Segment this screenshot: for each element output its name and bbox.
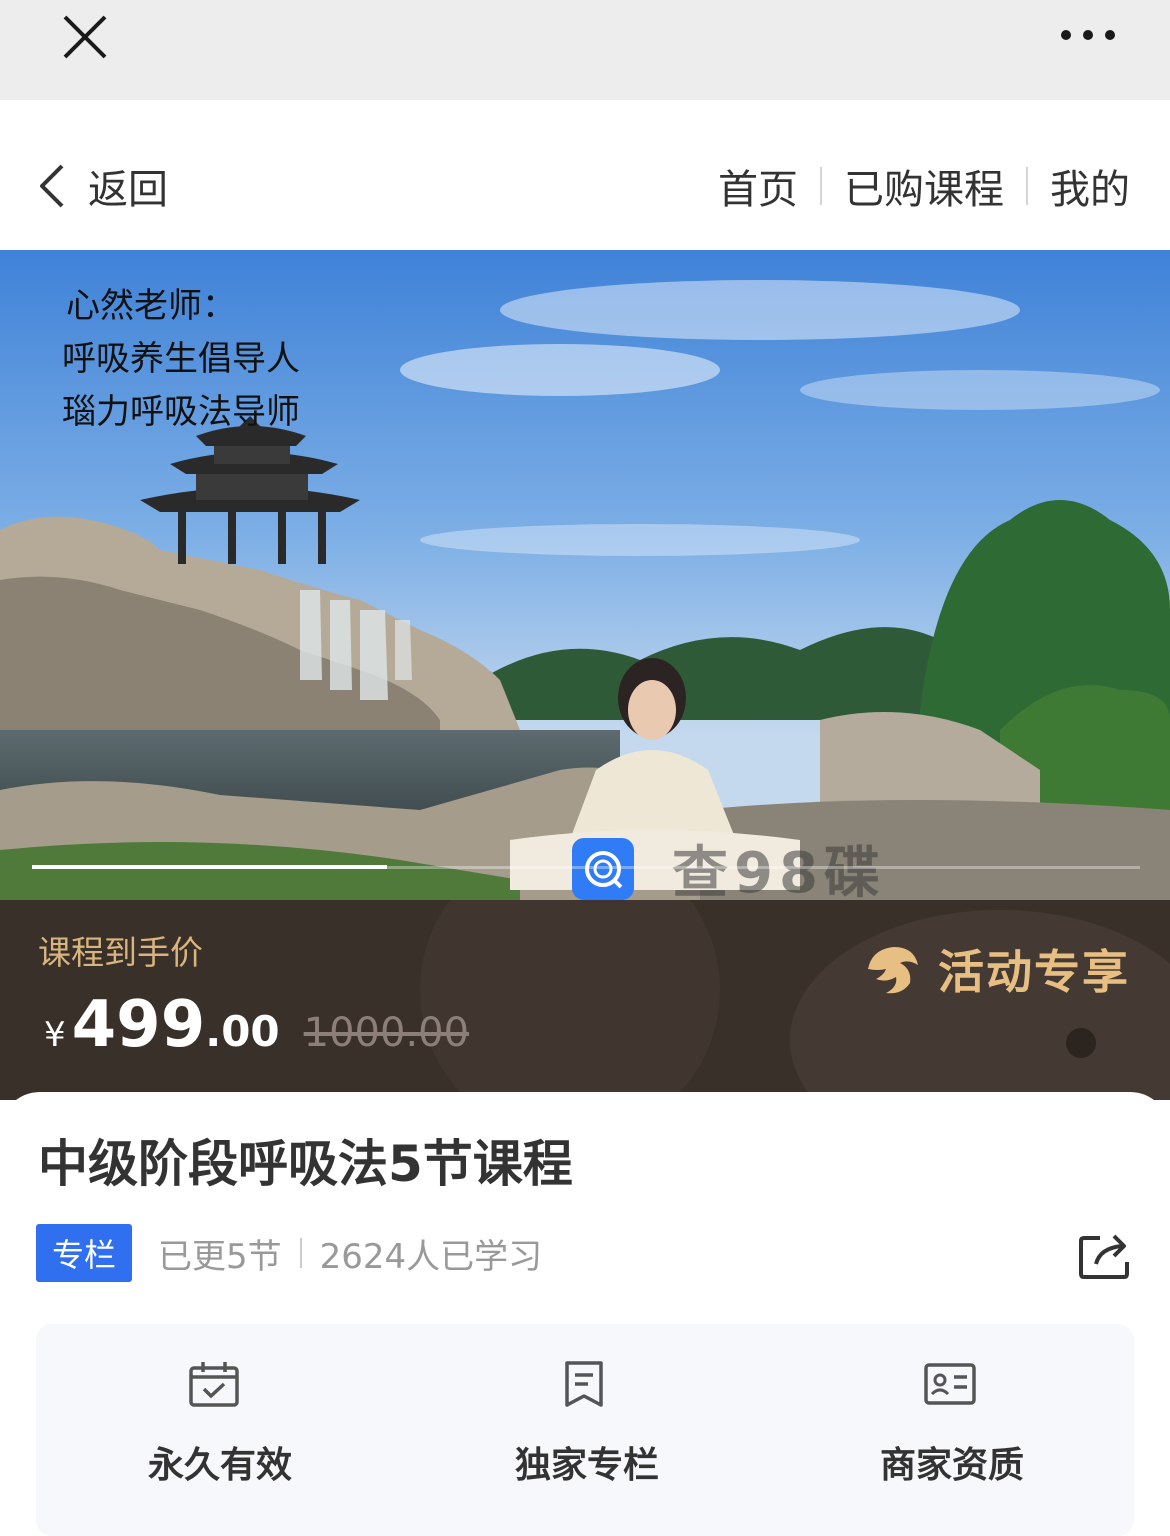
- more-dots-icon[interactable]: [1058, 22, 1118, 48]
- column-badge: 专栏: [36, 1224, 132, 1282]
- nav-link-mine[interactable]: 我的: [1050, 157, 1130, 215]
- currency-symbol: ¥: [44, 1015, 66, 1055]
- feature-label: 商家资质: [880, 1445, 1025, 1486]
- bird-logo-icon: [868, 947, 918, 994]
- feature-label: 永久有效: [148, 1445, 293, 1486]
- update-count: 已更5节: [158, 1236, 282, 1277]
- original-price: 1000.00: [303, 1010, 470, 1056]
- nav-bar: 返回 首页 已购课程 我的: [0, 100, 1170, 250]
- price-row: ¥ 499 .00 1000.00: [44, 988, 469, 1062]
- id-card-icon: [924, 1363, 976, 1405]
- nav-divider: [820, 167, 822, 205]
- course-title: 中级阶段呼吸法5节课程: [38, 1135, 573, 1193]
- watermark: 查98碟: [572, 828, 886, 900]
- promo-text: 活动专享: [938, 945, 1130, 999]
- share-icon[interactable]: [1078, 1230, 1132, 1280]
- back-button[interactable]: 返回: [36, 156, 168, 216]
- price-label: 课程到手价: [38, 933, 203, 972]
- hero-caption-line: 心然老师：: [66, 286, 236, 326]
- nav-link-purchased[interactable]: 已购课程: [844, 157, 1004, 215]
- carousel-progress-fill: [32, 865, 387, 869]
- feature-panel: 永久有效 独家专栏 商家资质: [36, 1324, 1134, 1536]
- decor-dot: [1066, 1028, 1096, 1058]
- close-icon[interactable]: [58, 10, 112, 64]
- hero-caption-line: 瑙力呼吸法导师: [62, 392, 300, 432]
- feature-item: 永久有效: [36, 1324, 402, 1536]
- hero-caption: 心然老师： 呼吸养生倡导人 瑙力呼吸法导师: [62, 280, 300, 439]
- watermark-text: 查98碟: [672, 841, 886, 900]
- learner-count: 2624人已学习: [319, 1236, 543, 1277]
- course-card: 中级阶段呼吸法5节课程 专栏 已更5节 2624人已学习 永久有效 独家专栏 商…: [0, 1092, 1170, 1536]
- course-meta: 专栏 已更5节 2624人已学习: [36, 1224, 542, 1282]
- promo-badge: 活动专享: [862, 936, 1130, 1002]
- feature-item: 商家资质: [768, 1324, 1134, 1536]
- nav-link-home[interactable]: 首页: [718, 157, 798, 215]
- nav-links: 首页 已购课程 我的: [718, 158, 1130, 214]
- calendar-check-icon: [189, 1362, 239, 1407]
- nav-divider: [1026, 167, 1028, 205]
- bookmark-doc-icon: [565, 1361, 603, 1407]
- price-strip: 课程到手价 ¥ 499 .00 1000.00 活动专享: [0, 900, 1170, 1100]
- meta-divider: [299, 1238, 302, 1268]
- hero-caption-line: 呼吸养生倡导人: [62, 339, 300, 379]
- feature-item: 独家专栏: [402, 1324, 768, 1536]
- hero-banner[interactable]: 心然老师： 呼吸养生倡导人 瑙力呼吸法导师 查98碟: [0, 250, 1170, 900]
- chevron-left-icon: [40, 164, 64, 208]
- price-decimal: .00: [205, 1007, 280, 1056]
- system-top-bar: [0, 0, 1170, 100]
- back-label: 返回: [88, 167, 168, 213]
- feature-label: 独家专栏: [515, 1445, 660, 1486]
- price-integer: 499: [71, 988, 206, 1062]
